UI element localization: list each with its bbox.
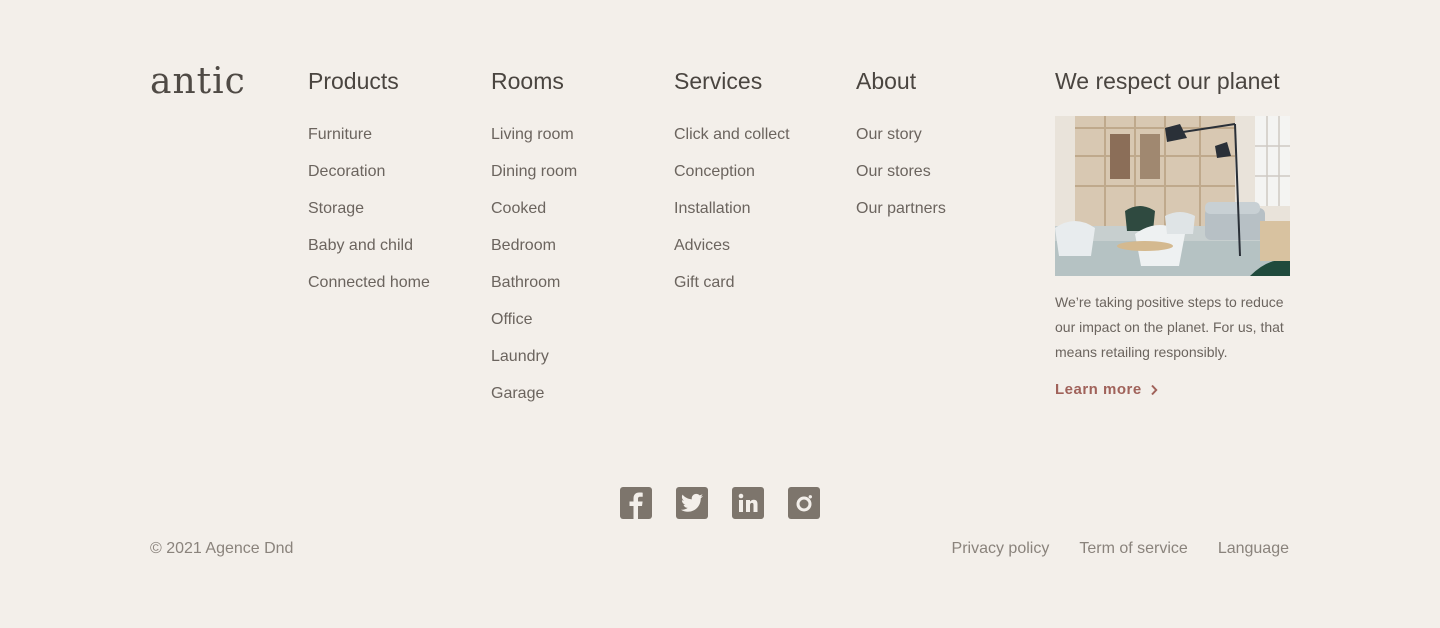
products-link-connected-home[interactable]: Connected home: [308, 264, 430, 301]
facebook-icon[interactable]: [620, 487, 652, 519]
planet-section: We respect our planet We’re taking posit…: [1055, 66, 1290, 399]
instagram-icon[interactable]: [788, 487, 820, 519]
rooms-link-garage[interactable]: Garage: [491, 375, 577, 412]
products-heading: Products: [308, 68, 399, 94]
about-link-our-story[interactable]: Our story: [856, 116, 946, 153]
products-link-baby-and-child[interactable]: Baby and child: [308, 227, 430, 264]
privacy-policy-link[interactable]: Privacy policy: [952, 538, 1050, 560]
services-link-gift-card[interactable]: Gift card: [674, 264, 790, 301]
linkedin-icon[interactable]: [732, 487, 764, 519]
rooms-heading: Rooms: [491, 68, 564, 94]
chevron-right-icon: [1150, 384, 1158, 395]
rooms-link-office[interactable]: Office: [491, 301, 577, 338]
copyright-text: © 2021 Agence Dnd: [150, 540, 294, 557]
rooms-link-dining-room[interactable]: Dining room: [491, 153, 577, 190]
terms-of-service-link[interactable]: Term of service: [1079, 538, 1187, 560]
rooms-link-cooked[interactable]: Cooked: [491, 190, 577, 227]
services-heading: Services: [674, 68, 763, 94]
learn-more-label: Learn more: [1055, 381, 1142, 398]
services-link-conception[interactable]: Conception: [674, 153, 790, 190]
language-link[interactable]: Language: [1218, 538, 1289, 560]
services-link-installation[interactable]: Installation: [674, 190, 790, 227]
rooms-link-bedroom[interactable]: Bedroom: [491, 227, 577, 264]
products-link-decoration[interactable]: Decoration: [308, 153, 430, 190]
legal-links: Privacy policy Term of service Language: [952, 538, 1289, 560]
rooms-link-living-room[interactable]: Living room: [491, 116, 577, 153]
social-links: [620, 487, 820, 519]
about-link-our-partners[interactable]: Our partners: [856, 190, 946, 227]
products-link-furniture[interactable]: Furniture: [308, 116, 430, 153]
interior-photo: [1055, 116, 1290, 276]
products-column: Products Furniture Decoration Storage Ba…: [308, 66, 430, 301]
services-column: Services Click and collect Conception In…: [674, 66, 790, 301]
rooms-column: Rooms Living room Dining room Cooked Bed…: [491, 66, 577, 412]
rooms-link-bathroom[interactable]: Bathroom: [491, 264, 577, 301]
learn-more-link[interactable]: Learn more: [1055, 381, 1158, 398]
about-link-our-stores[interactable]: Our stores: [856, 153, 946, 190]
about-column: About Our story Our stores Our partners: [856, 66, 946, 227]
products-link-storage[interactable]: Storage: [308, 190, 430, 227]
services-link-advices[interactable]: Advices: [674, 227, 790, 264]
services-link-click-and-collect[interactable]: Click and collect: [674, 116, 790, 153]
planet-heading: We respect our planet: [1055, 68, 1280, 94]
rooms-link-laundry[interactable]: Laundry: [491, 338, 577, 375]
twitter-icon[interactable]: [676, 487, 708, 519]
about-heading: About: [856, 68, 917, 94]
planet-description: We’re taking positive steps to reduce ou…: [1055, 294, 1284, 360]
brand-logo[interactable]: antic: [150, 60, 246, 104]
